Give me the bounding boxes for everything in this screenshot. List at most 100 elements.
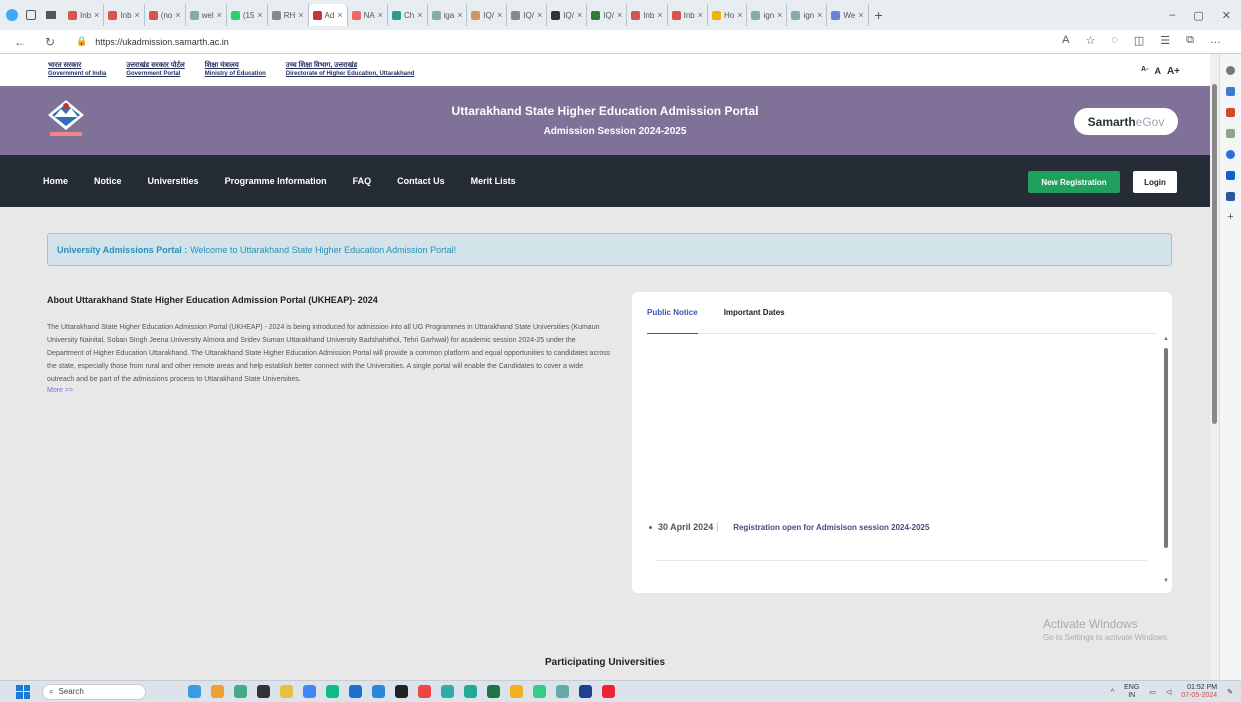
browser-tab[interactable]: Ad × (308, 4, 348, 26)
browser-tab[interactable]: IQ/× (587, 4, 628, 26)
taskbar-app-icon[interactable] (556, 685, 569, 698)
tab-close-icon[interactable]: × (135, 10, 140, 20)
font-size-button[interactable]: A- (1141, 66, 1148, 77)
gov-link[interactable]: उत्तराखंड सरकार पोर्टल Government Portal (126, 61, 184, 79)
browser-tab[interactable]: Inb × (64, 4, 105, 26)
page-scrollbar[interactable] (1210, 54, 1219, 680)
gov-link[interactable]: भारत सरकार Government of India (48, 61, 106, 79)
taskbar-app-icon[interactable] (441, 685, 454, 698)
notifications-icon[interactable]: ✎ (1227, 688, 1233, 696)
add-icon[interactable]: + (1226, 212, 1235, 223)
workspaces-icon[interactable] (26, 10, 36, 20)
tab-close-icon[interactable]: × (537, 10, 542, 20)
search-icon[interactable] (1226, 66, 1235, 75)
word-icon[interactable] (1226, 192, 1235, 201)
gov-link[interactable]: शिक्षा मंत्रालय Ministry of Education (205, 61, 266, 79)
gov-link[interactable]: उच्च शिक्षा विभाग, उत्तराखंड Directorate … (286, 61, 415, 79)
browser-tab[interactable]: iga × (428, 4, 468, 26)
minimize-icon[interactable]: – (1169, 9, 1175, 21)
taskbar-app-icon[interactable] (510, 685, 523, 698)
tab-close-icon[interactable]: × (417, 10, 422, 20)
browser-tab[interactable]: (no × (145, 4, 186, 26)
network-icon[interactable]: ▭ (1149, 688, 1156, 696)
back-icon[interactable]: ← (10, 35, 30, 49)
taskbar-app-icon[interactable] (326, 685, 339, 698)
nav-item[interactable]: FAQ (353, 176, 372, 186)
browser-tab[interactable]: Inb × (627, 4, 668, 26)
nav-item[interactable]: Universities (148, 176, 199, 186)
favorite-star-icon[interactable]: ☆ (1085, 34, 1095, 47)
browser-profile-icon[interactable] (6, 9, 18, 21)
login-button[interactable]: Login (1133, 171, 1177, 193)
tab-public-notice[interactable]: Public Notice (647, 306, 698, 334)
nav-item[interactable]: Home (43, 176, 68, 186)
browser-tab[interactable]: IQ/× (467, 4, 508, 26)
taskbar-app-icon[interactable] (533, 685, 546, 698)
tab-close-icon[interactable]: × (817, 10, 822, 20)
browser-tab[interactable]: Ho × (708, 4, 748, 26)
tab-close-icon[interactable]: × (577, 10, 582, 20)
nav-item[interactable]: Programme Information (225, 176, 327, 186)
tab-close-icon[interactable]: × (657, 10, 662, 20)
clock[interactable]: 01:52 PM 07-05-2024 (1181, 684, 1217, 700)
scroll-down-icon[interactable]: ▼ (1163, 578, 1169, 584)
samarth-egov-logo[interactable]: Samarth eGov (1074, 108, 1178, 135)
tab-close-icon[interactable]: × (337, 10, 342, 20)
taskbar-app-icon[interactable] (257, 685, 270, 698)
notice-text[interactable]: Registration open for Admisison session … (733, 523, 929, 532)
tab-close-icon[interactable]: × (698, 10, 703, 20)
tag-icon[interactable] (1226, 87, 1235, 96)
restore-icon[interactable]: ▢ (1193, 9, 1203, 22)
taskbar-app-icon[interactable] (349, 685, 362, 698)
browser-tab[interactable]: Inb × (104, 4, 145, 26)
taskbar-app-icon[interactable] (211, 685, 224, 698)
browser-tab[interactable]: (15 × (227, 4, 268, 26)
taskbar-app-icon[interactable] (579, 685, 592, 698)
tray-chevron-icon[interactable]: ^ (1111, 689, 1114, 696)
taskbar-app-icon[interactable] (234, 685, 247, 698)
nav-item[interactable]: Merit Lists (471, 176, 516, 186)
browser-tab[interactable]: Inb × (668, 4, 708, 26)
people-icon[interactable] (1226, 129, 1235, 138)
taskbar-app-icon[interactable] (372, 685, 385, 698)
browser-tab[interactable]: NA × (348, 4, 388, 26)
tab-close-icon[interactable]: × (217, 10, 222, 20)
page-scroll-thumb[interactable] (1212, 84, 1217, 424)
tab-close-icon[interactable]: × (497, 10, 502, 20)
collections-icon[interactable]: ⧉ (1186, 34, 1194, 47)
taskbar-search[interactable]: ⌕ Search (42, 683, 146, 700)
read-aloud-icon[interactable]: A (1062, 34, 1069, 47)
taskbar-app-icon[interactable] (303, 685, 316, 698)
font-size-button[interactable]: A (1154, 66, 1161, 77)
volume-icon[interactable]: ◁ (1166, 688, 1171, 696)
browser-tab[interactable]: RH × (268, 4, 309, 26)
font-size-button[interactable]: A+ (1167, 66, 1180, 77)
copilot-icon[interactable]: ◌ (1111, 34, 1118, 47)
taskbar-app-icon[interactable] (395, 685, 408, 698)
browser-tab[interactable]: IQ/× (547, 4, 588, 26)
outlook-icon[interactable] (1226, 171, 1235, 180)
tab-important-dates[interactable]: Important Dates (724, 306, 785, 333)
tab-close-icon[interactable]: × (257, 10, 262, 20)
tab-close-icon[interactable]: × (175, 10, 180, 20)
nav-item[interactable]: Contact Us (397, 176, 445, 186)
tab-close-icon[interactable]: × (378, 10, 383, 20)
more-icon[interactable]: … (1210, 34, 1221, 47)
browser-tab[interactable]: ign × (787, 4, 828, 26)
browser-tab[interactable]: ign × (747, 4, 788, 26)
url-field[interactable]: 🔒 https://ukadmission.samarth.ac.in (66, 36, 229, 47)
nav-item[interactable]: Notice (94, 176, 122, 186)
language-indicator[interactable]: ENG IN (1124, 684, 1139, 700)
briefcase-icon[interactable] (1226, 108, 1235, 117)
taskbar-app-icon[interactable] (602, 685, 615, 698)
taskbar-app-icon[interactable] (188, 685, 201, 698)
windows-start-icon[interactable] (16, 684, 30, 699)
new-registration-button[interactable]: New Registration (1028, 171, 1120, 193)
new-tab-icon[interactable]: + (875, 7, 883, 23)
browser-tab[interactable]: wel × (186, 4, 227, 26)
split-screen-icon[interactable]: ◫ (1134, 34, 1144, 47)
taskbar-app-icon[interactable] (418, 685, 431, 698)
browser-tab[interactable]: We × (827, 4, 869, 26)
favorites-icon[interactable]: ☰ (1160, 34, 1170, 47)
tab-close-icon[interactable]: × (457, 10, 462, 20)
